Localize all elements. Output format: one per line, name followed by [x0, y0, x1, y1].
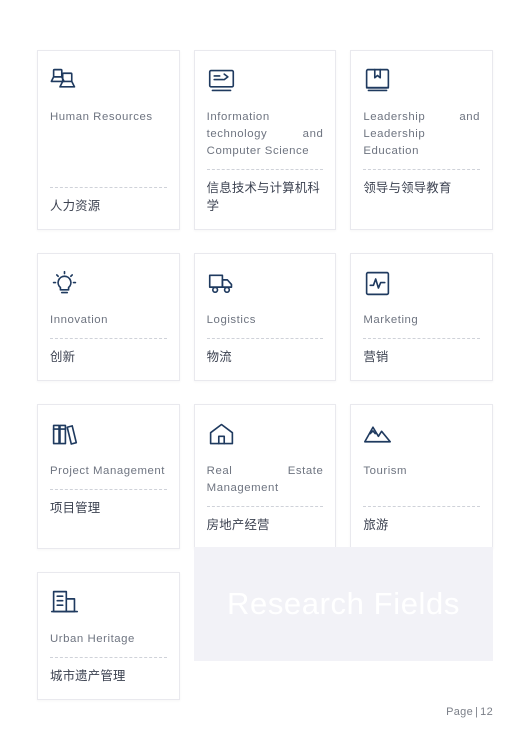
field-card-title-zh: 信息技术与计算机科学: [206, 181, 320, 213]
card-spacer: [50, 126, 167, 178]
card-divider: [50, 657, 167, 658]
field-card-title-zh: 城市遗产管理: [50, 669, 126, 683]
field-card-title-zh: 物流: [206, 350, 232, 364]
footer-label: Page: [446, 706, 473, 718]
field-card-title-zh: 创新: [50, 350, 76, 364]
field-card-title-en: Innovation: [50, 314, 109, 326]
card-divider: [363, 169, 481, 170]
card-divider: [50, 338, 167, 339]
card-row: Project Management 项目管理 Real Estate Mana…: [37, 404, 494, 549]
field-card-title-zh: 领导与领导教育: [363, 181, 452, 195]
field-card-title-en: Project Management: [50, 465, 166, 477]
mountain-icon: [363, 420, 480, 454]
field-card-information-technology[interactable]: Information technology and Computer Scie…: [193, 50, 337, 230]
field-card-title-zh: 房地产经营: [206, 518, 270, 532]
field-card-title-zh: 旅游: [363, 518, 389, 532]
field-card-human-resources[interactable]: Human Resources 人力资源: [37, 50, 180, 230]
field-card-title-en: Real Estate Management: [206, 465, 324, 494]
field-card-title-en: Leadership and Leadership Education: [363, 111, 481, 157]
card-spacer: [363, 480, 480, 497]
card-divider: [206, 506, 324, 507]
research-fields-page: Human Resources 人力资源 Information technol…: [0, 0, 532, 747]
pulse-chart-icon: [363, 269, 480, 303]
card-divider: [363, 506, 481, 507]
office-building-icon: [50, 588, 167, 622]
banner-title: Research Fields: [227, 586, 460, 621]
users-group-icon: [50, 66, 167, 100]
page-footer: Page | 12: [37, 706, 493, 718]
footer-page-number: 12: [480, 706, 493, 718]
delivery-truck-icon: [207, 269, 324, 303]
field-card-marketing[interactable]: Marketing 营销: [350, 253, 494, 381]
field-card-project-management[interactable]: Project Management 项目管理: [37, 404, 180, 549]
card-divider: [363, 338, 481, 339]
field-card-title-zh: 人力资源: [50, 199, 101, 213]
field-card-title-zh: 营销: [363, 350, 389, 364]
lightbulb-icon: [50, 269, 167, 303]
computer-monitor-icon: [207, 66, 324, 100]
field-card-title-zh: 项目管理: [50, 501, 101, 515]
card-row: Innovation 创新 Logistics 物流 Marketing 营销: [37, 253, 494, 381]
house-icon: [207, 420, 324, 454]
card-divider: [50, 489, 167, 490]
field-card-real-estate-management[interactable]: Real Estate Management 房地产经营: [193, 404, 337, 549]
card-row: Human Resources 人力资源 Information technol…: [37, 50, 494, 230]
field-card-title-en: Tourism: [363, 465, 408, 477]
field-card-tourism[interactable]: Tourism 旅游: [350, 404, 494, 549]
books-shelf-icon: [50, 420, 167, 454]
field-card-innovation[interactable]: Innovation 创新: [37, 253, 180, 381]
field-card-title-en: Urban Heritage: [50, 633, 135, 645]
field-card-leadership[interactable]: Leadership and Leadership Education 领导与领…: [350, 50, 494, 230]
field-card-title-en: Logistics: [206, 314, 256, 326]
field-card-urban-heritage[interactable]: Urban Heritage 城市遗产管理: [37, 572, 180, 700]
field-card-logistics[interactable]: Logistics 物流: [193, 253, 337, 381]
research-fields-banner: Research Fields: [194, 547, 493, 661]
card-divider: [206, 338, 324, 339]
field-card-title-en: Information technology and Computer Scie…: [206, 111, 324, 157]
card-divider: [206, 169, 324, 170]
field-card-title-en: Marketing: [363, 314, 419, 326]
field-card-title-en: Human Resources: [50, 111, 153, 123]
card-divider: [50, 187, 167, 188]
book-bookmark-icon: [363, 66, 480, 100]
